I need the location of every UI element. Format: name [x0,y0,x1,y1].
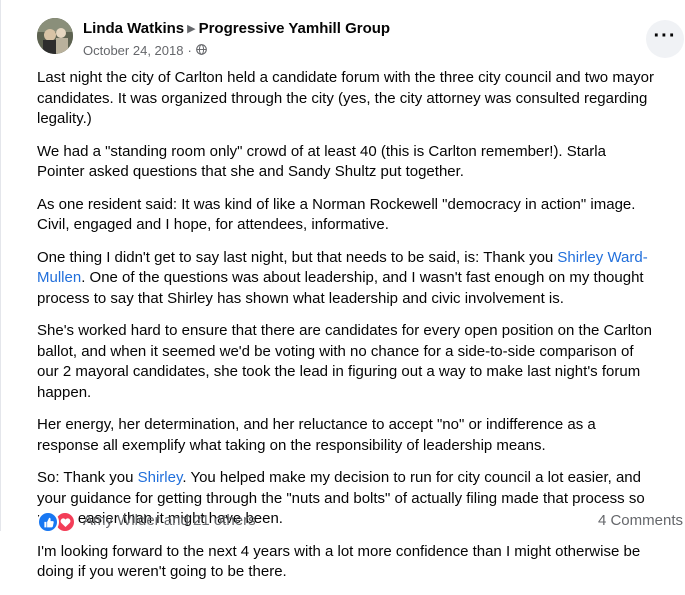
comments-count[interactable]: 4 Comments [598,512,683,529]
paragraph-text: . One of the questions was about leaders… [37,269,644,307]
like-icon [37,511,59,533]
mention-link-shirley[interactable]: Shirley [138,469,183,486]
caret-right-icon: ▶ [187,23,196,35]
group-name[interactable]: Progressive Yamhill Group [199,20,390,37]
separator-dot: · [187,43,192,58]
paragraph-text: So: Thank you [37,469,138,486]
post-paragraph: I'm looking forward to the next 4 years … [37,542,641,581]
post-paragraph: Last night the city of Carlton held a ca… [37,69,654,127]
more-options-icon: ··· [653,25,677,47]
post-paragraph: As one resident said: It was kind of lik… [37,195,636,234]
more-options-button[interactable]: ··· [646,20,684,58]
reactors-text[interactable]: Amy Wilder and 21 others [83,512,256,529]
post-meta: Linda Watkins ▶ Progressive Yamhill Group … [83,20,390,58]
avatar-image [37,18,73,54]
post-paragraph: One thing I didn't get to say last night… [37,248,657,310]
post-subline: October 24, 2018 · [83,43,390,58]
post-paragraph: We had a "standing room only" crowd of a… [37,142,606,181]
post-card: Linda Watkins ▶ Progressive Yamhill Group … [0,0,685,580]
post-date[interactable]: October 24, 2018 [83,43,183,58]
post-paragraph: Her energy, her determination, and her r… [37,416,596,454]
post-author-line: Linda Watkins ▶ Progressive Yamhill Group [83,20,390,39]
post-footer: Amy Wilder and 21 others 4 Comments [37,508,685,533]
reaction-icons[interactable] [37,511,76,533]
globe-icon [195,43,207,58]
post-header: Linda Watkins ▶ Progressive Yamhill Group … [37,18,685,58]
paragraph-text: One thing I didn't get to say last night… [37,248,558,266]
author-name[interactable]: Linda Watkins [83,20,184,37]
post-paragraph: She's worked hard to ensure that there a… [37,322,652,401]
author-avatar[interactable] [37,18,73,54]
